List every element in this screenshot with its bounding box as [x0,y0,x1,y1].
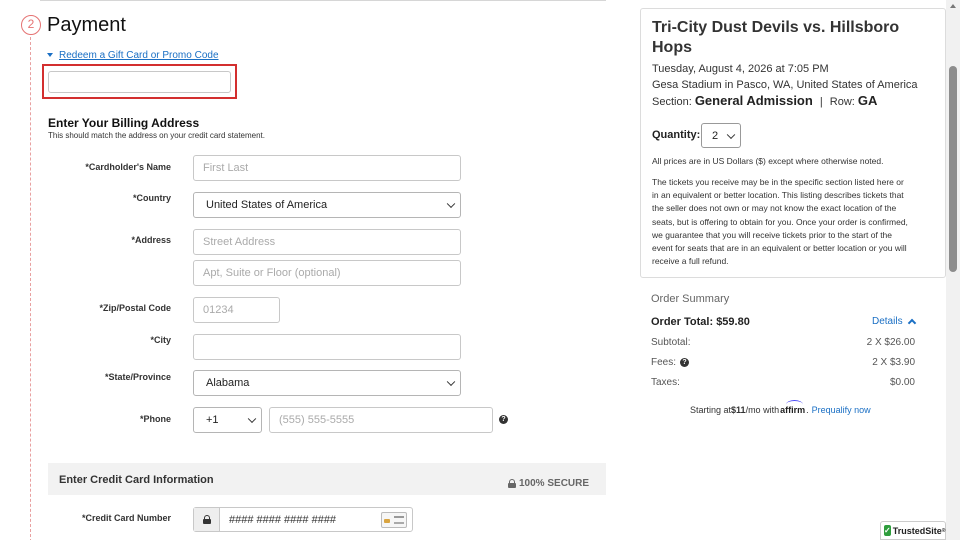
affirm-amount: $11 [731,405,746,415]
promo-code-link[interactable]: Redeem a Gift Card or Promo Code [47,50,219,61]
step-number-badge: 2 [21,15,41,35]
country-label: *Country [133,193,171,203]
row-label: Row: [829,96,855,108]
street-address-input[interactable]: Street Address [193,229,461,255]
order-summary-heading: Order Summary [651,293,730,305]
credit-card-title: Enter Credit Card Information [59,474,214,486]
trustedsite-badge[interactable]: ✓ TrustedSite ® [880,521,946,540]
row-value: GA [857,93,878,108]
checkmark-icon: ✓ [884,525,891,536]
quantity-label: Quantity: [652,129,701,141]
event-venue: Gesa Stadium in Pasco, WA, United States… [652,79,918,91]
zip-input[interactable]: 01234 [193,297,280,323]
city-input[interactable] [193,334,461,360]
details-label: Details [872,316,903,327]
scrollbar-thumb[interactable] [949,66,957,272]
card-number-label: *Credit Card Number [81,513,171,523]
secure-badge: 100% SECURE [508,478,589,489]
step-connector-line [30,37,31,540]
credit-card-icon [381,512,407,528]
chevron-down-icon [247,414,257,424]
chevron-down-icon [726,130,736,139]
chevron-up-icon [907,318,916,328]
cardholder-name-input[interactable]: First Last [193,155,461,181]
card-number-input[interactable]: #### #### #### #### [220,508,381,531]
chevron-down-icon [446,377,456,387]
zip-label: *Zip/Postal Code [99,303,171,313]
prequalify-link[interactable]: Prequalify now [812,405,871,415]
state-label: *State/Province [104,372,171,382]
subtotal-label: Subtotal: [651,337,691,348]
billing-section-title: Enter Your Billing Address [48,116,200,130]
country-select-value: United States of America [206,199,328,211]
fees-help-icon[interactable]: ? [680,358,690,367]
address-line2-input[interactable]: Apt, Suite or Floor (optional) [193,260,461,286]
phone-code-value: +1 [206,414,219,426]
state-select-value: Alabama [206,377,250,389]
affirm-suffix: /mo with [745,405,780,415]
affirm-logo: affirm [780,400,806,415]
section-value: General Admission [694,93,813,108]
phone-country-code-select[interactable]: +1 [193,407,262,433]
taxes-value: $0.00 [889,377,915,388]
affirm-prefix: Starting at [690,405,732,415]
quantity-value: 2 [712,129,719,142]
order-total: Order Total: $59.80 [651,316,750,328]
address-label: *Address [131,235,171,245]
quantity-select[interactable]: 2 [701,123,741,148]
top-divider [40,0,606,1]
seating-separator: | [819,96,823,108]
registered-mark: ® [941,527,946,534]
subtotal-value: 2 X $26.00 [866,337,915,348]
phone-help-icon[interactable]: ? [499,415,508,424]
details-toggle[interactable]: Details [872,316,916,328]
cardholder-label: *Cardholder's Name [85,162,171,172]
event-seating: Section: General Admission | Row: GA [652,93,877,108]
state-select[interactable]: Alabama [193,370,461,396]
card-lock-addon [194,508,220,531]
billing-section-subtitle: This should match the address on your cr… [48,131,265,140]
promo-code-input[interactable] [48,71,231,93]
page-title: Payment [47,14,126,36]
guarantee-note: The tickets you receive may be in the sp… [652,177,908,267]
event-datetime: Tuesday, August 4, 2026 at 7:05 PM [652,63,829,75]
section-label: Section: [652,96,692,108]
phone-label: *Phone [139,414,171,424]
secure-label: 100% SECURE [519,478,590,489]
event-title: Tri-City Dust Devils vs. Hillsboro Hops [652,19,900,56]
phone-input[interactable]: (555) 555-5555 [269,407,493,433]
promo-link-label: Redeem a Gift Card or Promo Code [59,50,219,61]
caret-down-icon [47,53,53,57]
fees-value: 2 X $3.90 [872,357,915,368]
trustedsite-label: TrustedSite [892,525,942,536]
chevron-down-icon [446,199,456,209]
lock-icon [202,515,211,524]
lock-icon [508,479,516,488]
taxes-label: Taxes: [651,377,680,388]
fees-row-label: Fees: ? [651,357,690,368]
scroll-up-arrow-icon[interactable] [950,4,956,8]
affirm-financing: Starting at $11/mo with affirm. Prequali… [690,400,871,415]
card-number-field[interactable]: #### #### #### #### [193,507,413,532]
country-select[interactable]: United States of America [193,192,461,218]
currency-note: All prices are in US Dollars ($) except … [652,156,884,166]
fees-label: Fees: [651,357,677,368]
city-label: *City [150,335,171,345]
